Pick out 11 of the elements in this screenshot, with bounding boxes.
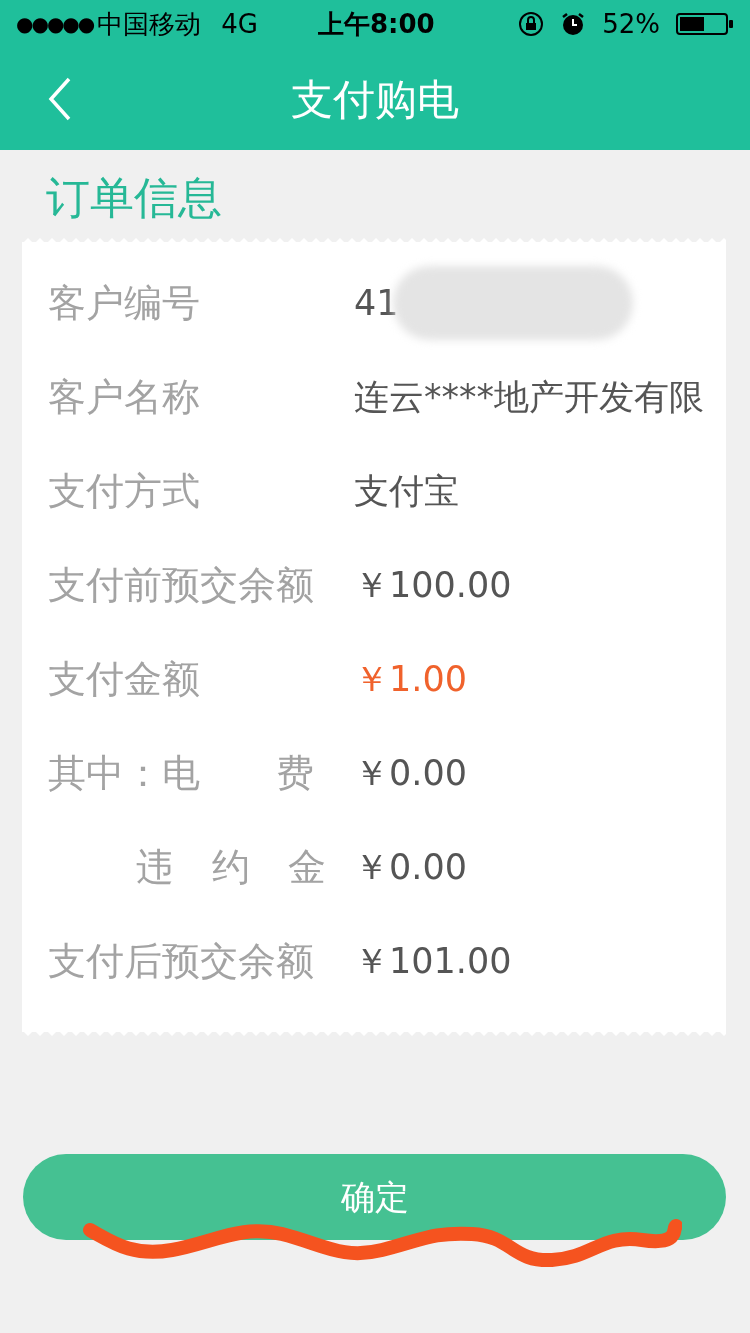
confirm-button[interactable]: 确定	[23, 1154, 726, 1240]
status-time: 上午8:00	[318, 7, 435, 41]
back-icon	[47, 77, 73, 121]
rotation-lock-icon	[518, 11, 545, 37]
battery-icon	[676, 11, 734, 37]
section-title: 订单信息	[46, 171, 223, 225]
battery-percent: 52%	[602, 7, 660, 41]
network-type: 4G	[221, 7, 258, 41]
carrier-name: 中国移动	[97, 7, 202, 41]
page-title: 支付购电	[291, 73, 459, 126]
signal-strength: ●●●●●	[16, 11, 94, 38]
